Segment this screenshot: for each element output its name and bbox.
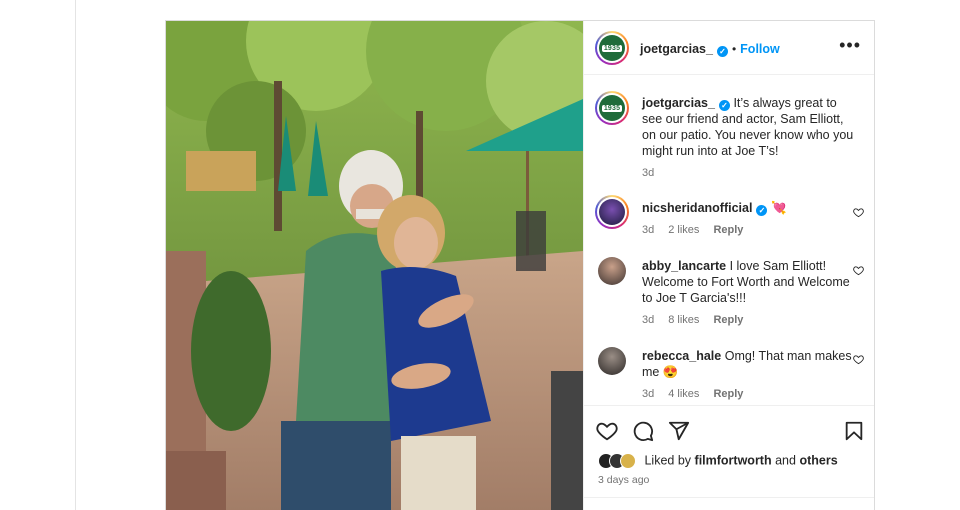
comment-username[interactable]: rebecca_hale (642, 349, 721, 363)
comment-time: 3d (642, 314, 655, 326)
liker-avatars[interactable] (598, 453, 636, 469)
comment-meta: 3d 4 likes Reply (642, 386, 857, 402)
comment-username[interactable]: nicsheridanofficial (642, 201, 752, 215)
caption-author-avatar[interactable]: 1935 (595, 91, 629, 125)
reply-button[interactable]: Reply (713, 224, 743, 236)
liked-by-others[interactable]: others (799, 453, 837, 467)
author-avatar-logo-text: 1935 (601, 44, 623, 52)
reply-button[interactable]: Reply (713, 314, 743, 326)
comment-emoji: 💘 (770, 201, 787, 215)
liked-by-conjunction: and (775, 453, 796, 468)
post-photo-image (166, 21, 583, 510)
comment-item: rebecca_hale Omg! That man makes me 😍 3d… (642, 348, 857, 402)
verified-badge-icon: ✓ (716, 46, 728, 57)
heart-icon[interactable] (596, 420, 618, 442)
caption-meta: 3d (642, 165, 857, 181)
reply-button[interactable]: Reply (713, 388, 743, 400)
comment-time: 3d (642, 388, 655, 400)
comment-meta: 3d 2 likes Reply (642, 222, 857, 238)
like-comment-heart-icon[interactable] (853, 265, 864, 276)
liked-by-summary: Liked by filmfortworth and others (598, 453, 838, 469)
caption-username[interactable]: joetgarcias_ (642, 96, 715, 110)
post-header: 1935 joetgarcias_ ✓ • Follow ••• (584, 21, 874, 75)
bookmark-icon[interactable] (843, 420, 865, 442)
caption-verified-badge-icon: ✓ (718, 100, 730, 111)
caption-time: 3d (642, 167, 655, 179)
instagram-post: 1935 joetgarcias_ ✓ • Follow ••• 1935 joetg… (165, 20, 875, 510)
follow-button[interactable]: Follow (740, 42, 780, 56)
comment-likes[interactable]: 4 likes (668, 388, 699, 400)
post-side-panel: 1935 joetgarcias_ ✓ • Follow ••• 1935 joetg… (583, 21, 874, 510)
more-options-icon[interactable]: ••• (839, 36, 861, 54)
divider (584, 497, 874, 498)
post-photo[interactable] (166, 21, 583, 510)
author-avatar[interactable]: 1935 (595, 31, 629, 65)
author-line: joetgarcias_ ✓ • Follow (640, 40, 780, 58)
author-username[interactable]: joetgarcias_ (640, 42, 713, 56)
liker-avatar (620, 453, 636, 469)
comment-avatar[interactable] (595, 195, 629, 229)
caption: joetgarcias_ ✓ It’s always great to see o… (642, 95, 857, 181)
liked-by-prefix: Liked by (644, 453, 692, 468)
comment-likes[interactable]: 2 likes (668, 224, 699, 236)
comment-emoji: 😍 (662, 365, 679, 379)
comment-likes[interactable]: 8 likes (668, 314, 699, 326)
caption-avatar-logo-text: 1935 (601, 104, 623, 112)
comment-item: nicsheridanofficial ✓ 💘 3d 2 likes Reply (642, 200, 857, 238)
comment-verified-badge-icon: ✓ (756, 205, 768, 216)
like-comment-heart-icon[interactable] (853, 207, 864, 218)
comment-username[interactable]: abby_lancarte (642, 259, 726, 273)
comment-avatar[interactable] (598, 257, 626, 285)
share-icon[interactable] (668, 420, 690, 442)
comment-meta: 3d 8 likes Reply (642, 312, 857, 328)
page-left-divider (75, 0, 76, 510)
separator-dot: • (731, 42, 737, 56)
like-comment-heart-icon[interactable] (853, 354, 864, 365)
comment-icon[interactable] (632, 420, 654, 442)
post-timestamp[interactable]: 3 days ago (598, 474, 649, 486)
comment-avatar[interactable] (598, 347, 626, 375)
comment-item: abby_lancarte I love Sam Elliott! Welcom… (642, 258, 857, 328)
liked-by-user[interactable]: filmfortworth (695, 453, 772, 467)
comment-time: 3d (642, 224, 655, 236)
